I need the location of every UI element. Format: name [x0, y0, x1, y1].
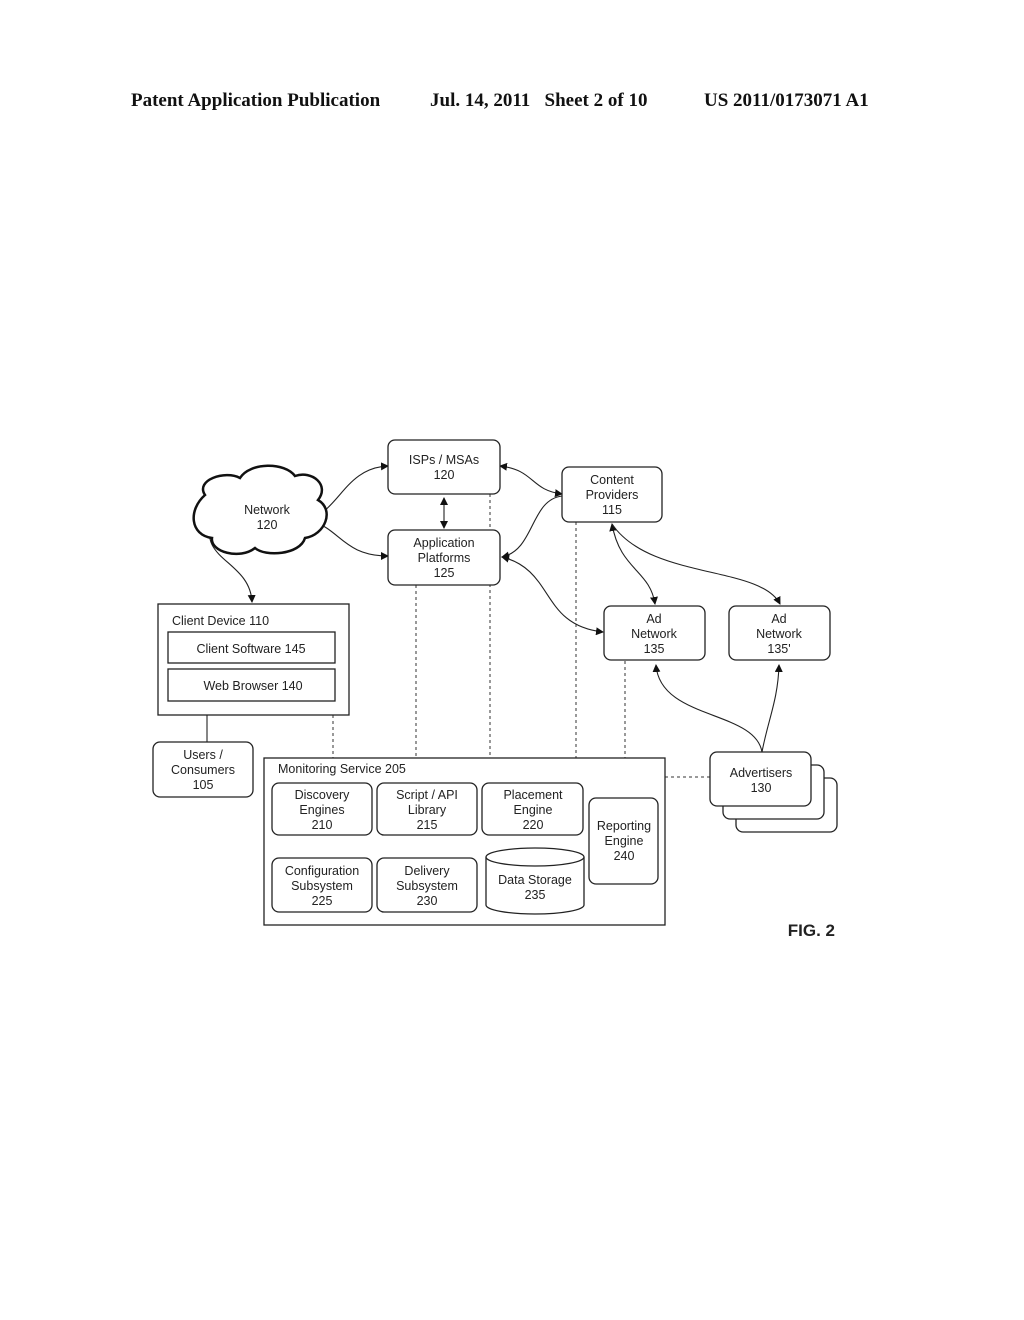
- reporting-label-2: Engine: [605, 834, 644, 848]
- isps-number: 120: [434, 468, 455, 482]
- ad-network-1-label-2: Network: [631, 627, 678, 641]
- monitoring-service-node[interactable]: Monitoring Service 205 Discovery Engines…: [263, 757, 666, 926]
- configuration-number: 225: [312, 894, 333, 908]
- app-platforms-label-2: Platforms: [418, 551, 471, 565]
- network-node[interactable]: Network 120: [192, 464, 328, 556]
- reporting-engine-node[interactable]: Reporting Engine 240: [588, 797, 659, 885]
- advertisers-label: Advertisers: [730, 766, 793, 780]
- data-storage-number: 235: [525, 888, 546, 902]
- monitoring-service-label: Monitoring Service 205: [278, 762, 406, 776]
- application-platforms-node[interactable]: Application Platforms 125: [387, 529, 501, 586]
- ad-network-135-node[interactable]: Ad Network 135: [603, 605, 706, 661]
- app-platforms-label-1: Application: [413, 536, 474, 550]
- script-api-label-1: Script / API: [396, 788, 458, 802]
- discovery-number: 210: [312, 818, 333, 832]
- web-browser-label: Web Browser 140: [203, 679, 302, 693]
- reporting-number: 240: [614, 849, 635, 863]
- data-storage-label: Data Storage: [498, 873, 572, 887]
- users-label-2: Consumers: [171, 763, 235, 777]
- ad-network-2-number: 135': [767, 642, 790, 656]
- app-platforms-number: 125: [434, 566, 455, 580]
- delivery-label-1: Delivery: [404, 864, 450, 878]
- diagram: Network 120 ISPs / MSAs 120 Application …: [152, 439, 838, 940]
- network-label: Network: [244, 503, 291, 517]
- users-number: 105: [193, 778, 214, 792]
- ad-network-2-label-1: Ad: [771, 612, 786, 626]
- content-providers-number: 115: [602, 503, 622, 517]
- isps-label: ISPs / MSAs: [409, 453, 479, 467]
- configuration-subsystem-node[interactable]: Configuration Subsystem 225: [271, 857, 373, 913]
- delivery-subsystem-node[interactable]: Delivery Subsystem 230: [376, 857, 478, 913]
- content-providers-node[interactable]: Content Providers 115: [561, 466, 663, 523]
- advertisers-number: 130: [751, 781, 772, 795]
- ad-network-2-label-2: Network: [756, 627, 803, 641]
- configuration-label-1: Configuration: [285, 864, 359, 878]
- placement-engine-node[interactable]: Placement Engine 220: [481, 782, 584, 836]
- isps-msas-node[interactable]: ISPs / MSAs 120: [387, 439, 501, 495]
- ad-network-1-number: 135: [644, 642, 665, 656]
- client-device-label: Client Device 110: [172, 614, 269, 628]
- users-label-1: Users /: [183, 748, 223, 762]
- ad-network-135-prime-node[interactable]: Ad Network 135': [728, 605, 831, 661]
- ad-network-1-label-1: Ad: [646, 612, 661, 626]
- network-number: 120: [257, 518, 278, 532]
- placement-label-2: Engine: [514, 803, 553, 817]
- client-device-node[interactable]: Client Device 110 Client Software 145 We…: [157, 603, 350, 716]
- script-api-label-2: Library: [408, 803, 447, 817]
- content-providers-label-1: Content: [590, 473, 634, 487]
- discovery-label-2: Engines: [299, 803, 344, 817]
- client-software-label: Client Software 145: [196, 642, 305, 656]
- reporting-label-1: Reporting: [597, 819, 651, 833]
- users-consumers-node[interactable]: Users / Consumers 105: [152, 741, 254, 798]
- discovery-engines-node[interactable]: Discovery Engines 210: [271, 782, 373, 836]
- configuration-label-2: Subsystem: [291, 879, 353, 893]
- placement-label-1: Placement: [503, 788, 563, 802]
- delivery-label-2: Subsystem: [396, 879, 458, 893]
- script-api-library-node[interactable]: Script / API Library 215: [376, 782, 478, 836]
- figure-label: FIG. 2: [788, 921, 835, 940]
- discovery-label-1: Discovery: [295, 788, 351, 802]
- data-storage-node[interactable]: Data Storage 235: [485, 847, 585, 915]
- delivery-number: 230: [417, 894, 438, 908]
- placement-number: 220: [523, 818, 544, 832]
- script-api-number: 215: [417, 818, 438, 832]
- advertisers-node[interactable]: Advertisers 130: [709, 751, 838, 833]
- content-providers-label-2: Providers: [586, 488, 639, 502]
